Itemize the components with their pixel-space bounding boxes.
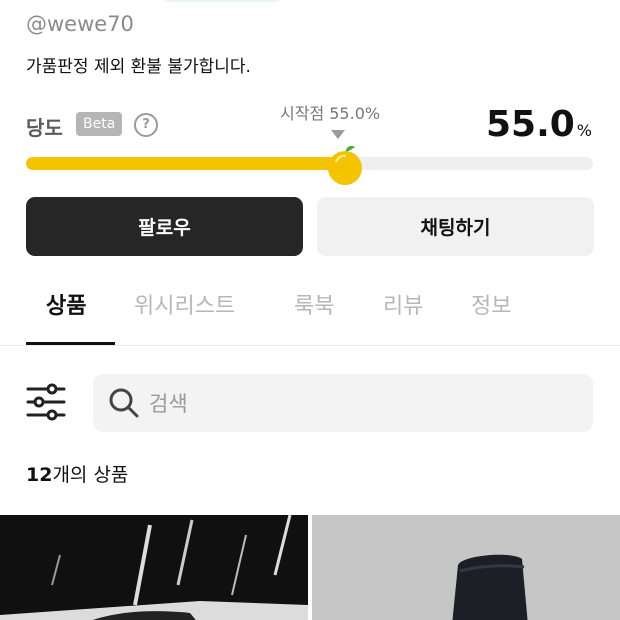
- search-input[interactable]: [147, 374, 571, 434]
- profile-tabs: 상품 위시리스트 룩북 리뷰 정보: [26, 288, 606, 344]
- chat-button[interactable]: 채팅하기: [317, 197, 594, 256]
- sweetness-unit: %: [576, 121, 592, 140]
- tabs-divider: [0, 345, 620, 346]
- shop-bio: 가품판정 제외 환불 불가합니다.: [26, 57, 251, 77]
- sweetness-value: 55.0%: [486, 104, 592, 145]
- search-box[interactable]: [93, 374, 593, 434]
- product-image: [0, 515, 308, 620]
- status-badge: [160, 0, 284, 2]
- follow-button[interactable]: 팔로우: [26, 197, 303, 256]
- shop-profile-screen: ˙ ˙ ˙ ˙ @wewe70 가품판정 제외 환불 불가합니다. 당도 Bet…: [0, 0, 620, 620]
- tab-info[interactable]: 정보: [471, 288, 511, 320]
- product-tile[interactable]: [0, 515, 308, 620]
- tab-wishlist[interactable]: 위시리스트: [134, 288, 235, 320]
- sweetness-label: 당도: [26, 116, 63, 140]
- question-circle-icon[interactable]: ?: [134, 113, 158, 137]
- filter-sliders-icon[interactable]: [26, 383, 66, 421]
- product-image: [312, 515, 620, 620]
- header-cut-off: ˙ ˙ ˙ ˙: [26, 0, 284, 10]
- tab-reviews[interactable]: 리뷰: [383, 288, 423, 320]
- sweetness-progress-bar: [26, 157, 593, 170]
- product-count: 12개의 상품: [26, 460, 128, 487]
- user-handle: @wewe70: [26, 12, 134, 36]
- triangle-marker-icon: [331, 130, 345, 139]
- fruit-knob-icon: [328, 146, 362, 185]
- cut-off-text: ˙ ˙ ˙ ˙: [26, 0, 82, 10]
- product-count-suffix: 개의 상품: [52, 464, 129, 486]
- sweetness-progress-fill: [26, 157, 338, 170]
- tab-lookbook[interactable]: 룩북: [294, 288, 334, 320]
- product-count-number: 12: [26, 464, 53, 486]
- product-tile[interactable]: [312, 515, 620, 620]
- beta-badge: Beta: [76, 112, 123, 136]
- sweetness-number: 55.0: [485, 104, 575, 145]
- search-icon: [109, 388, 139, 418]
- tab-products[interactable]: 상품: [46, 288, 86, 320]
- start-point-label: 시작점 55.0%: [280, 104, 381, 123]
